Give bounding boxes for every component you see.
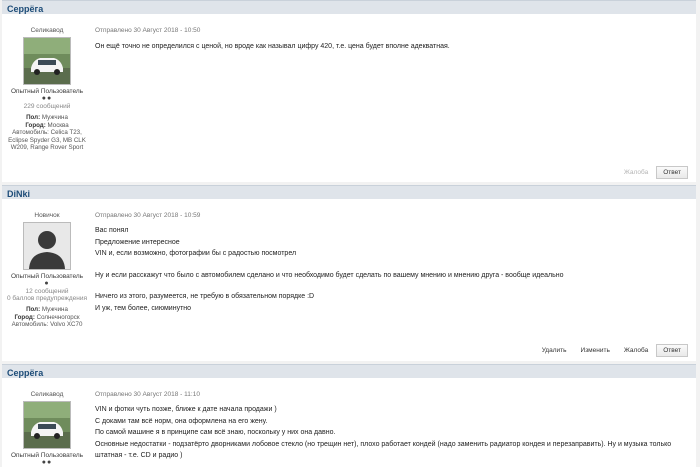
field-label: Автомобиль: — [12, 129, 49, 136]
edit-link[interactable]: Изменить — [581, 347, 610, 354]
field-label: Город: — [14, 313, 35, 321]
field-city: Солнечногорск — [36, 313, 80, 321]
delete-link[interactable]: Удалить — [542, 347, 567, 354]
user-group: Опытный Пользователь — [10, 273, 84, 280]
post-text: Он ещё точно не определился с ценой, но … — [95, 43, 450, 50]
field-label: Автомобиль: — [11, 321, 49, 328]
user-rank: Новичок — [34, 212, 60, 219]
user-rank: Селикавод — [30, 27, 64, 34]
post-text: Ничего из этого, разумеется, не требую в… — [95, 293, 315, 300]
rank-pips: ●● — [41, 459, 53, 466]
field-cars: Volvo XC70 — [50, 321, 83, 328]
user-panel: Селикавод Опытный Пользователь ●● — [6, 391, 88, 467]
post-count: 229 сообщений — [23, 103, 71, 110]
post-body: VIN и фотки чуть позже, ближе к дате нач… — [95, 404, 690, 462]
post-actions: Удалить Изменить Жалоба Ответ — [528, 344, 688, 357]
post-body: Он ещё точно не определился с ценой, но … — [95, 41, 690, 53]
profile-fields: Пол: Мужчина Город: Москва Автомобиль: C… — [6, 114, 88, 152]
post-text: VIN и, если возможно, фотографии бы с ра… — [95, 250, 297, 257]
avatar[interactable] — [23, 401, 71, 449]
post-count: 12 сообщений — [25, 288, 69, 295]
post-date: Отправлено 30 Август 2018 - 11:10 — [95, 391, 200, 398]
car-photo-icon — [24, 402, 70, 448]
post-date: Отправлено 30 Август 2018 - 10:50 — [95, 27, 201, 34]
post-body: Вас понял Предложение интересное VIN и, … — [95, 225, 690, 314]
warning-points[interactable]: 0 баллов предупреждения — [6, 295, 88, 302]
author-name[interactable]: Серрёга — [7, 368, 43, 378]
post: Серрёга Селикавод Опытный Пользователь ●… — [2, 364, 696, 467]
field-city: Москва — [47, 121, 69, 129]
car-photo-icon — [24, 38, 70, 84]
reply-button[interactable]: Ответ — [656, 166, 688, 179]
post: DiNki Новичок Опытный Пользователь ● 12 … — [2, 185, 696, 361]
user-rank: Селикавод — [30, 391, 64, 398]
post: Серрёга Селикавод Опытный Пользователь ●… — [2, 0, 696, 182]
user-group: Опытный Пользователь — [10, 452, 84, 459]
rank-pips: ● — [44, 280, 50, 287]
post-header: Серрёга — [2, 0, 696, 14]
author-name[interactable]: Серрёга — [7, 4, 43, 14]
post-actions: Жалоба Ответ — [610, 166, 688, 179]
user-panel: Селикавод Опытный Пользователь ●● 229 со… — [6, 27, 88, 152]
default-avatar-icon — [24, 223, 70, 269]
avatar[interactable] — [23, 37, 71, 85]
post-text: VIN и фотки чуть позже, ближе к дате нач… — [95, 406, 277, 413]
post-text: Ну и если расскажут что было с автомобил… — [95, 271, 564, 279]
post-text: Вас понял — [95, 227, 129, 234]
field-label: Пол: — [26, 114, 41, 121]
field-label: Пол: — [26, 306, 41, 313]
post-header: Серрёга — [2, 364, 696, 378]
post-header: DiNki — [2, 185, 696, 199]
user-panel: Новичок Опытный Пользователь ● 12 сообще… — [6, 212, 88, 329]
field-label: Город: — [25, 121, 46, 129]
profile-fields: Пол: Мужчина Город: Солнечногорск Автомо… — [6, 306, 88, 329]
report-link[interactable]: Жалоба — [624, 347, 648, 354]
post-text: Предложение интересное — [95, 238, 180, 246]
field-gender: Мужчина — [41, 306, 68, 313]
rank-pips: ●● — [41, 95, 53, 102]
post-text: И уж, тем более, сиюминутно — [95, 304, 192, 312]
report-link[interactable]: Жалоба — [624, 169, 648, 176]
post-text: С доками там всё норм, она оформлена на … — [95, 417, 268, 425]
field-gender: Мужчина — [41, 114, 68, 121]
author-name[interactable]: DiNki — [7, 189, 30, 199]
post-text: По самой машине я в принципе сам всё зна… — [95, 429, 336, 436]
reply-button[interactable]: Ответ — [656, 344, 688, 357]
post-date: Отправлено 30 Август 2018 - 10:59 — [95, 212, 201, 219]
avatar[interactable] — [23, 222, 71, 270]
post-text: Основные недостатки - подзатёрто дворник… — [95, 440, 672, 460]
user-group: Опытный Пользователь — [10, 88, 84, 95]
